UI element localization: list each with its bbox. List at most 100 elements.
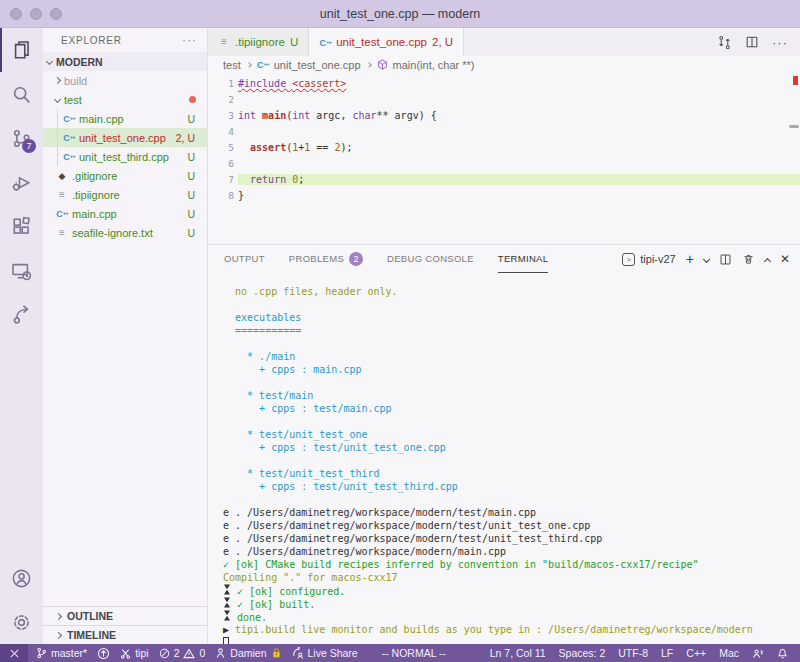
cpp-file-icon: C++ xyxy=(319,36,331,49)
symbol-method-icon xyxy=(377,59,388,70)
chevron-down-icon[interactable] xyxy=(703,255,710,262)
live-share-status[interactable]: Live Share xyxy=(292,647,358,659)
lock-icon xyxy=(271,647,282,659)
tab-debug-console[interactable]: DEBUG CONSOLE xyxy=(387,245,474,273)
tree-file-.gitignore[interactable]: ◆.gitignoreU xyxy=(43,166,207,185)
remote-indicator[interactable] xyxy=(0,644,28,662)
language-mode[interactable]: C++ xyxy=(686,647,706,659)
run-debug-icon[interactable] xyxy=(0,160,43,204)
indent-guide xyxy=(57,147,58,166)
os-indicator[interactable]: Mac xyxy=(719,647,739,659)
hourglass-icon xyxy=(223,584,231,595)
terminal-name: tipi-v27 xyxy=(640,253,675,265)
tab-problems[interactable]: PROBLEMS2 xyxy=(289,245,363,273)
tab-unit-test-one[interactable]: C++ unit_test_one.cpp 2, U xyxy=(309,28,464,56)
tipi-status[interactable]: tipi xyxy=(120,647,148,659)
eol-setting[interactable]: LF xyxy=(661,647,673,659)
terminal-output[interactable]: no .cpp files, header only. executables … xyxy=(208,273,800,644)
timeline-section[interactable]: TIMELINE xyxy=(43,625,207,644)
terminal-selector[interactable]: > tipi-v27 xyxy=(622,253,675,266)
gitignore-file-icon: ◆ xyxy=(56,170,68,182)
git-status-badge: 2, U xyxy=(176,132,195,144)
bottom-panel: OUTPUT PROBLEMS2 DEBUG CONSOLE TERMINAL … xyxy=(208,244,800,644)
cpp-file-icon: C++ xyxy=(63,150,75,163)
source-control-badge: 7 xyxy=(22,139,36,153)
breadcrumb-symbol[interactable]: main(int, char **) xyxy=(393,59,475,71)
timeline-label: TIMELINE xyxy=(67,629,116,641)
error-dot xyxy=(189,96,196,103)
sidebar-title: EXPLORER xyxy=(61,35,122,46)
tree-file-main.cpp[interactable]: C++main.cppU xyxy=(43,109,207,128)
tree-file-unit_test_one.cpp[interactable]: C++unit_test_one.cpp2, U xyxy=(43,128,207,147)
extensions-icon[interactable] xyxy=(0,204,43,248)
user-status[interactable]: Damien xyxy=(215,647,281,659)
tree-file-seafile-ignore.txt[interactable]: ≡seafile-ignore.txtU xyxy=(43,223,207,242)
close-window-button[interactable] xyxy=(10,8,22,20)
git-status-badge: U xyxy=(187,170,195,182)
tree-file-unit_test_third.cpp[interactable]: C++ unit_test_third.cpp U xyxy=(43,147,207,166)
more-actions-icon[interactable]: ··· xyxy=(772,35,788,50)
breadcrumb-folder[interactable]: test xyxy=(223,59,241,71)
chevron-right-icon xyxy=(55,612,62,619)
new-terminal-icon[interactable]: + xyxy=(686,251,694,267)
git-status-badge: U xyxy=(187,227,195,239)
notifications-bell-icon[interactable] xyxy=(777,647,788,659)
remote-explorer-icon[interactable] xyxy=(0,248,43,292)
tab-tipiignore[interactable]: ≡ .tipiignore U xyxy=(208,28,309,56)
explorer-icon[interactable] xyxy=(0,28,43,72)
indentation-setting[interactable]: Spaces: 2 xyxy=(559,647,606,659)
tree-file-main.cpp[interactable]: C++main.cppU xyxy=(43,204,207,223)
account-icon[interactable] xyxy=(0,556,43,600)
maximize-window-button[interactable] xyxy=(50,8,62,20)
breadcrumb: test C++ unit_test_one.cpp main(int, cha… xyxy=(208,56,800,73)
item-label: seafile-ignore.txt xyxy=(72,227,183,239)
sync-changes-button[interactable] xyxy=(97,647,110,660)
source-control-icon[interactable]: 7 xyxy=(0,116,43,160)
scrollbar-mark xyxy=(789,125,799,128)
git-branch-status[interactable]: master* xyxy=(36,647,87,659)
error-count: 2 xyxy=(174,647,180,659)
chevron-down-icon xyxy=(54,96,61,103)
tree-file-.tipiignore[interactable]: ≡.tipiignoreU xyxy=(43,185,207,204)
item-label: unit_test_one.cpp xyxy=(79,132,172,144)
hourglass-icon xyxy=(223,597,231,608)
split-editor-icon[interactable] xyxy=(745,35,759,49)
tipi-share-icon[interactable] xyxy=(0,292,43,336)
window-title: unit_test_one.cpp — modern xyxy=(320,7,481,21)
search-icon[interactable] xyxy=(0,72,43,116)
item-label: main.cpp xyxy=(79,113,183,125)
split-terminal-icon[interactable] xyxy=(719,253,732,266)
close-panel-icon[interactable]: ✕ xyxy=(780,252,790,266)
feedback-icon[interactable] xyxy=(752,648,764,659)
code-line-4: 4 xyxy=(208,123,800,139)
problems-status[interactable]: 2 0 xyxy=(159,647,206,659)
terminal-cursor xyxy=(223,637,229,644)
workspace-section-header[interactable]: MODERN xyxy=(43,52,207,71)
code-editor[interactable]: 1#include <cassert>23int main(int argc, … xyxy=(208,73,800,244)
open-changes-icon[interactable] xyxy=(717,35,732,50)
kill-terminal-icon[interactable] xyxy=(742,253,755,266)
problems-count-badge: 2 xyxy=(349,252,363,266)
code-line-1: 1#include <cassert> xyxy=(208,75,800,91)
tab-output[interactable]: OUTPUT xyxy=(224,245,265,273)
indent-guide xyxy=(57,109,58,128)
list-file-icon: ≡ xyxy=(218,36,230,48)
git-status-badge: U xyxy=(187,151,195,163)
tab-terminal[interactable]: TERMINAL xyxy=(498,245,548,273)
item-label: unit_test_third.cpp xyxy=(79,151,183,163)
item-label: .tipiignore xyxy=(72,189,183,201)
outline-section[interactable]: OUTLINE xyxy=(43,606,207,625)
code-line-5: 5 assert(1+1 == 2); xyxy=(208,139,800,155)
maximize-panel-icon[interactable] xyxy=(764,257,771,264)
hourglass-icon xyxy=(223,610,231,621)
minimize-window-button[interactable] xyxy=(30,8,42,20)
encoding-setting[interactable]: UTF-8 xyxy=(618,647,648,659)
settings-gear-icon[interactable] xyxy=(0,600,43,644)
vim-mode-indicator[interactable]: -- NORMAL -- xyxy=(382,647,446,659)
tree-folder-build[interactable]: build xyxy=(43,71,207,90)
explorer-more-actions-icon[interactable]: ··· xyxy=(182,33,197,47)
tree-folder-test[interactable]: test xyxy=(43,90,207,109)
breadcrumb-file[interactable]: unit_test_one.cpp xyxy=(274,59,361,71)
cursor-position[interactable]: Ln 7, Col 11 xyxy=(490,647,546,659)
tipi-label: tipi xyxy=(135,647,148,659)
